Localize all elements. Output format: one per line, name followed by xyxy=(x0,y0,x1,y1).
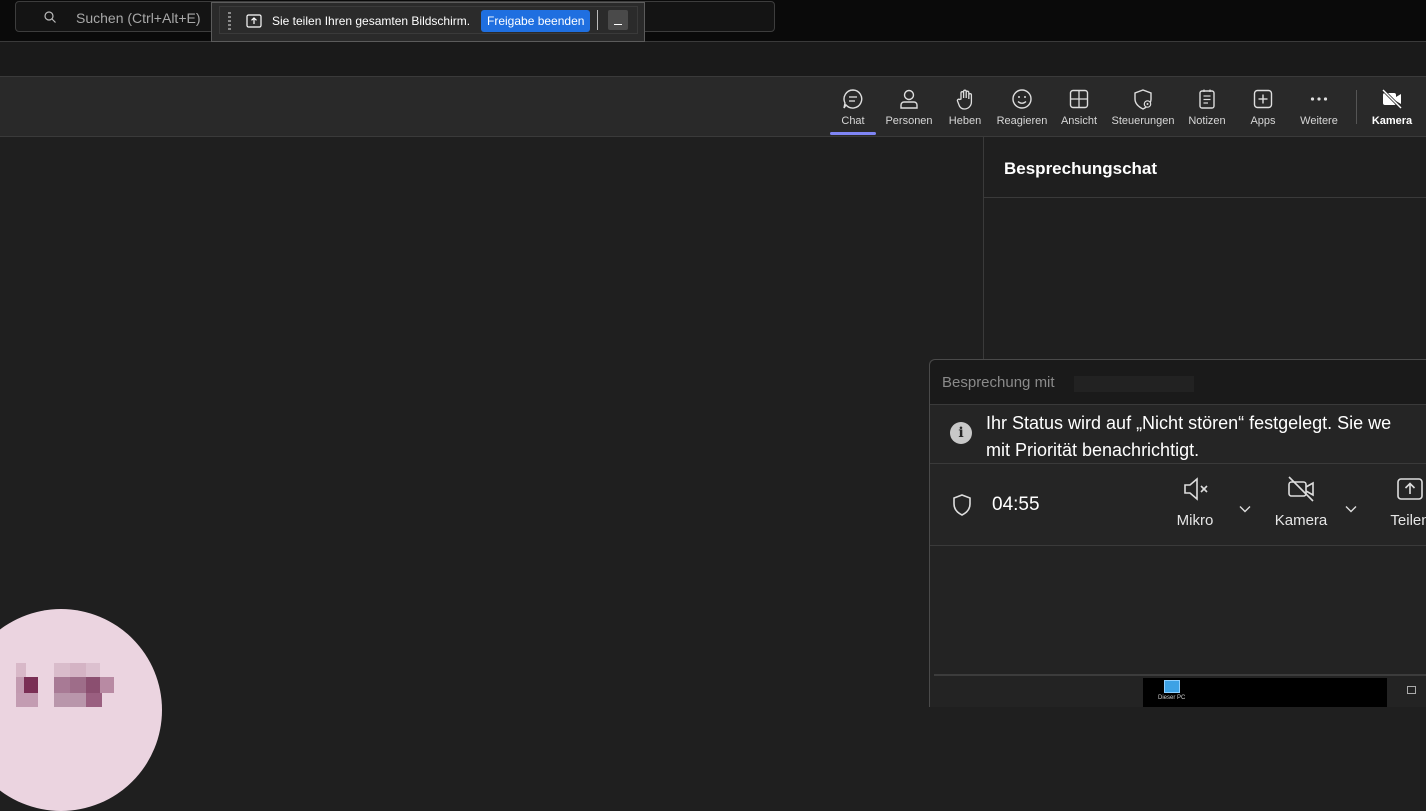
search-placeholder: Suchen (Ctrl+Alt+E) xyxy=(76,10,201,26)
share-button[interactable]: Teilen xyxy=(1385,474,1426,529)
share-icon xyxy=(1397,478,1423,500)
view-button[interactable]: Ansicht xyxy=(1056,77,1102,136)
share-message: Sie teilen Ihren gesamten Bildschirm. xyxy=(272,14,471,28)
call-timer: 04:55 xyxy=(992,494,1040,515)
apps-button[interactable]: Apps xyxy=(1240,77,1286,136)
more-button[interactable]: Weitere xyxy=(1296,77,1342,136)
redacted-name xyxy=(1074,376,1194,392)
stop-sharing-button[interactable]: Freigabe beenden xyxy=(481,10,591,32)
status-message: Ihr Status wird auf „Nicht stören“ festg… xyxy=(986,410,1426,464)
search-icon xyxy=(44,11,56,23)
controls-button[interactable]: Steuerungen xyxy=(1108,77,1178,136)
raise-hand-button[interactable]: Heben xyxy=(942,77,988,136)
call-controls: 04:55 Mikro Kamera Teilen xyxy=(930,464,1426,546)
chat-panel-title: Besprechungschat xyxy=(1004,159,1158,178)
divider xyxy=(934,674,1426,676)
camera-off-icon xyxy=(1381,88,1403,110)
show-desktop-icon xyxy=(1407,686,1416,694)
minimize-button[interactable] xyxy=(608,10,628,30)
controls-label: Steuerungen xyxy=(1111,115,1175,127)
divider xyxy=(984,197,1426,198)
chevron-down-icon[interactable] xyxy=(1238,502,1252,516)
taskbar-preview: Dieser PC xyxy=(1143,678,1387,707)
active-tab-indicator xyxy=(830,132,876,135)
meeting-toolbar: Chat Personen Heben Reagieren Ansicht St… xyxy=(0,77,1426,137)
mini-call-window[interactable]: Besprechung mit i Ihr Status wird auf „N… xyxy=(929,359,1426,707)
view-icon xyxy=(1069,89,1089,109)
camera-button[interactable]: Kamera xyxy=(1368,77,1416,136)
mini-window-header[interactable]: Besprechung mit xyxy=(930,360,1426,405)
mini-window-title: Besprechung mit xyxy=(942,374,1055,391)
status-banner: i Ihr Status wird auf „Nicht stören“ fes… xyxy=(930,405,1426,464)
chat-button[interactable]: Chat xyxy=(830,77,876,136)
more-label: Weitere xyxy=(1300,115,1338,127)
people-label: Personen xyxy=(885,115,933,127)
camera-toggle-label: Kamera xyxy=(1274,512,1328,529)
drag-handle[interactable] xyxy=(228,12,231,30)
react-icon xyxy=(1012,89,1032,109)
status-message-line-1: Ihr Status wird auf „Nicht stören“ festg… xyxy=(986,413,1392,433)
header-band xyxy=(0,42,1426,77)
apps-icon xyxy=(1253,89,1273,109)
people-button[interactable]: Personen xyxy=(884,77,934,136)
react-label: Reagieren xyxy=(996,115,1048,127)
share-screen-icon xyxy=(246,14,262,28)
camera-label: Kamera xyxy=(1371,115,1413,127)
people-icon xyxy=(900,89,918,109)
view-label: Ansicht xyxy=(1060,115,1098,127)
share-label: Teilen xyxy=(1390,512,1426,529)
notes-label: Notizen xyxy=(1188,115,1226,127)
notes-button[interactable]: Notizen xyxy=(1184,77,1230,136)
toolbar-divider xyxy=(1356,90,1357,124)
info-icon: i xyxy=(950,422,972,444)
chat-label: Chat xyxy=(841,115,865,127)
chat-icon xyxy=(843,89,863,109)
raise-hand-icon xyxy=(956,89,973,110)
mic-muted-icon xyxy=(1184,477,1208,501)
controls-icon xyxy=(1134,89,1152,110)
shield-icon xyxy=(953,494,971,516)
camera-toggle-button[interactable]: Kamera xyxy=(1270,474,1332,529)
react-button[interactable]: Reagieren xyxy=(994,77,1050,136)
chevron-down-icon[interactable] xyxy=(1344,502,1358,516)
pc-label: Dieser PC xyxy=(1158,695,1186,701)
divider xyxy=(597,10,598,30)
screen-share-inner: Sie teilen Ihren gesamten Bildschirm. Fr… xyxy=(219,6,638,34)
camera-off-icon xyxy=(1288,476,1314,502)
status-message-line-2: mit Priorität benachrichtigt. xyxy=(986,440,1200,460)
screen-share-bar: Sie teilen Ihren gesamten Bildschirm. Fr… xyxy=(211,2,645,42)
mic-label: Mikro xyxy=(1176,512,1214,529)
notes-icon xyxy=(1199,89,1215,109)
mic-button[interactable]: Mikro xyxy=(1170,474,1220,529)
apps-label: Apps xyxy=(1250,115,1276,127)
avatar xyxy=(0,609,162,811)
computer-icon xyxy=(1164,680,1180,693)
more-icon xyxy=(1310,97,1328,101)
raise-hand-label: Heben xyxy=(948,115,982,127)
